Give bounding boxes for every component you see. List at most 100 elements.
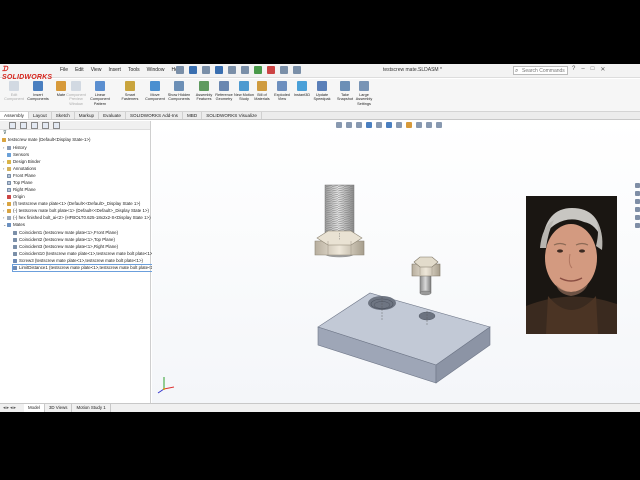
- sensor-icon: [7, 152, 11, 157]
- feature-manager-panel: ⊽ testscrew mate (Default<Display State-…: [0, 121, 159, 403]
- tree-item-front-plane[interactable]: Front Plane: [3, 173, 36, 179]
- tree-item-bolt-plate[interactable]: › (-) testscrew mate bolt plate<1> (Defau…: [3, 208, 149, 214]
- dimxpert-tab-icon[interactable]: [42, 122, 49, 129]
- tree-item-right-plane[interactable]: Right Plane: [3, 187, 36, 193]
- insert-components-button[interactable]: Insert Components: [26, 81, 50, 102]
- menu-window[interactable]: Window: [147, 67, 165, 73]
- tree-root-label: testscrew mate (Default<Display State-1>…: [8, 137, 91, 142]
- component-preview-icon: [71, 81, 81, 91]
- tree-item-mate-coincident1[interactable]: Coincident1 (testscrew mate plate<1>,Fro…: [13, 230, 118, 236]
- new-document-icon[interactable]: [189, 66, 197, 74]
- move-component-button[interactable]: Move Component: [143, 81, 167, 102]
- hex-bolt-small[interactable]: [411, 256, 441, 296]
- edit-component-icon: [9, 81, 19, 91]
- document-title: testscrew mate.SLDASM *: [383, 67, 442, 73]
- undo-icon[interactable]: [241, 66, 249, 74]
- command-manager: Edit Component Insert Components Mate Compo…: [0, 79, 640, 112]
- command-label: Linear Component Pattern: [90, 93, 110, 106]
- tab-visualize[interactable]: SOLIDWORKS Visualize: [202, 112, 262, 119]
- menu-view[interactable]: View: [91, 67, 102, 73]
- tab-motion-study-1[interactable]: Motion Study 1: [72, 404, 111, 412]
- restore-icon[interactable]: □: [591, 66, 595, 73]
- property-manager-tab-icon[interactable]: [20, 122, 27, 129]
- help-icon[interactable]: ?: [572, 66, 575, 73]
- annotations-icon: [7, 166, 11, 171]
- window-controls: ? – □ ✕: [572, 66, 605, 73]
- command-label: Move Component: [145, 93, 165, 102]
- linear-pattern-button[interactable]: Linear Component Pattern: [88, 81, 112, 106]
- speedpak-icon: [317, 81, 327, 91]
- tree-item-label: Top Plane: [13, 180, 33, 185]
- menu-file[interactable]: File: [60, 67, 68, 73]
- tab-3d-views[interactable]: 3D Views: [45, 404, 73, 412]
- tree-item-hex-bolt[interactable]: › (-) hex finished bolt_ai<2> (HFBOLT0.62…: [3, 215, 151, 221]
- filter-icon[interactable]: ⊽: [3, 130, 7, 136]
- show-hidden-icon: [174, 81, 184, 91]
- tab-addins[interactable]: SOLIDWORKS Add-Ins: [126, 112, 183, 119]
- menu-insert[interactable]: Insert: [108, 67, 121, 73]
- tree-item-mates[interactable]: ⌄ Mates: [3, 222, 25, 228]
- file-explorer-icon[interactable]: [634, 199, 640, 204]
- display-manager-tab-icon[interactable]: [53, 122, 60, 129]
- tab-scroll-arrows-icon[interactable]: ◂▸◂▸: [3, 405, 17, 411]
- speedpak-button[interactable]: Update Speedpak: [310, 81, 334, 102]
- edit-component-button[interactable]: Edit Component: [2, 81, 26, 102]
- motion-study-icon: [239, 81, 249, 91]
- tree-item-mate-coincident10[interactable]: Coincident10 (testscrew mate plate<1>,te…: [13, 251, 154, 257]
- tree-item-label: Coincident2 (testscrew mate plate<1>,Top…: [19, 237, 115, 242]
- select-icon[interactable]: [254, 66, 262, 74]
- print-icon[interactable]: [228, 66, 236, 74]
- tree-item-sensors[interactable]: Sensors: [3, 152, 29, 158]
- minimize-icon[interactable]: –: [581, 66, 584, 73]
- command-label: Edit Component: [4, 93, 24, 102]
- tree-item-top-plane[interactable]: Top Plane: [3, 180, 33, 186]
- tab-mbd[interactable]: MBD: [183, 112, 203, 119]
- tree-root[interactable]: testscrew mate (Default<Display State-1>…: [2, 137, 90, 143]
- menu-tools[interactable]: Tools: [128, 67, 140, 73]
- tab-assembly[interactable]: Assembly: [0, 112, 29, 119]
- hex-bolt-large[interactable]: [314, 184, 365, 258]
- title-bar: ᗪ SOLIDWORKS File Edit View Insert Tools…: [0, 64, 640, 81]
- graphics-area[interactable]: [152, 121, 640, 403]
- tab-layout[interactable]: Layout: [29, 112, 52, 119]
- configuration-manager-tab-icon[interactable]: [31, 122, 38, 129]
- tree-item-annotations[interactable]: › Annotations: [3, 166, 36, 172]
- quick-access-toolbar: [176, 66, 301, 74]
- appearances-icon[interactable]: [634, 215, 640, 220]
- show-hidden-button[interactable]: Show Hidden Components: [167, 81, 191, 102]
- menu-edit[interactable]: Edit: [75, 67, 84, 73]
- tree-item-origin[interactable]: Origin: [3, 194, 25, 200]
- command-manager-tabs: Assembly Layout Sketch Markup Evaluate S…: [0, 112, 640, 120]
- save-icon[interactable]: [215, 66, 223, 74]
- tree-item-mate-limitdistance1[interactable]: LimitDistance1 (testscrew mate plate<1>,…: [11, 264, 159, 272]
- plate-part[interactable]: [317, 292, 491, 384]
- file-properties-icon[interactable]: [280, 66, 288, 74]
- component-preview-button[interactable]: Component Preview Window: [64, 81, 88, 106]
- rebuild-icon[interactable]: [267, 66, 275, 74]
- home-icon[interactable]: [176, 66, 184, 74]
- tab-evaluate[interactable]: Evaluate: [99, 112, 126, 119]
- tree-item-label: Screw3 (testscrew mate plate<1>,testscre…: [19, 258, 143, 263]
- tree-item-plate[interactable]: › (f) testscrew mate plate<1> (Default<<D…: [3, 201, 140, 207]
- smart-fasteners-button[interactable]: Smart Fasteners: [118, 81, 142, 102]
- tree-item-history[interactable]: › History: [3, 145, 27, 151]
- tree-item-design-binder[interactable]: › Design Binder: [3, 159, 41, 165]
- tab-model[interactable]: Model: [24, 404, 45, 412]
- custom-properties-icon[interactable]: [634, 223, 640, 228]
- search-commands-input[interactable]: ⌕ Search Commands: [513, 66, 568, 75]
- close-icon[interactable]: ✕: [600, 66, 605, 73]
- tab-sketch[interactable]: Sketch: [52, 112, 75, 119]
- tree-item-mate-coincident2[interactable]: Coincident2 (testscrew mate plate<1>,Top…: [13, 237, 115, 243]
- options-icon[interactable]: [293, 66, 301, 74]
- large-assembly-button[interactable]: Large Assembly Settings: [352, 81, 376, 106]
- solidworks-logo[interactable]: ᗪ SOLIDWORKS: [2, 66, 54, 81]
- view-palette-icon[interactable]: [634, 207, 640, 212]
- design-library-icon[interactable]: [634, 191, 640, 196]
- open-icon[interactable]: [202, 66, 210, 74]
- tree-item-mate-screw3[interactable]: Screw3 (testscrew mate plate<1>,testscre…: [13, 258, 143, 264]
- tab-markup[interactable]: Markup: [75, 112, 100, 119]
- tree-item-mate-coincident3[interactable]: Coincident3 (testscrew mate plate<1>,Rig…: [13, 244, 118, 250]
- feature-tree-tab-icon[interactable]: [9, 122, 16, 129]
- assembly-icon: [2, 137, 6, 142]
- solidworks-resources-icon[interactable]: [634, 183, 640, 188]
